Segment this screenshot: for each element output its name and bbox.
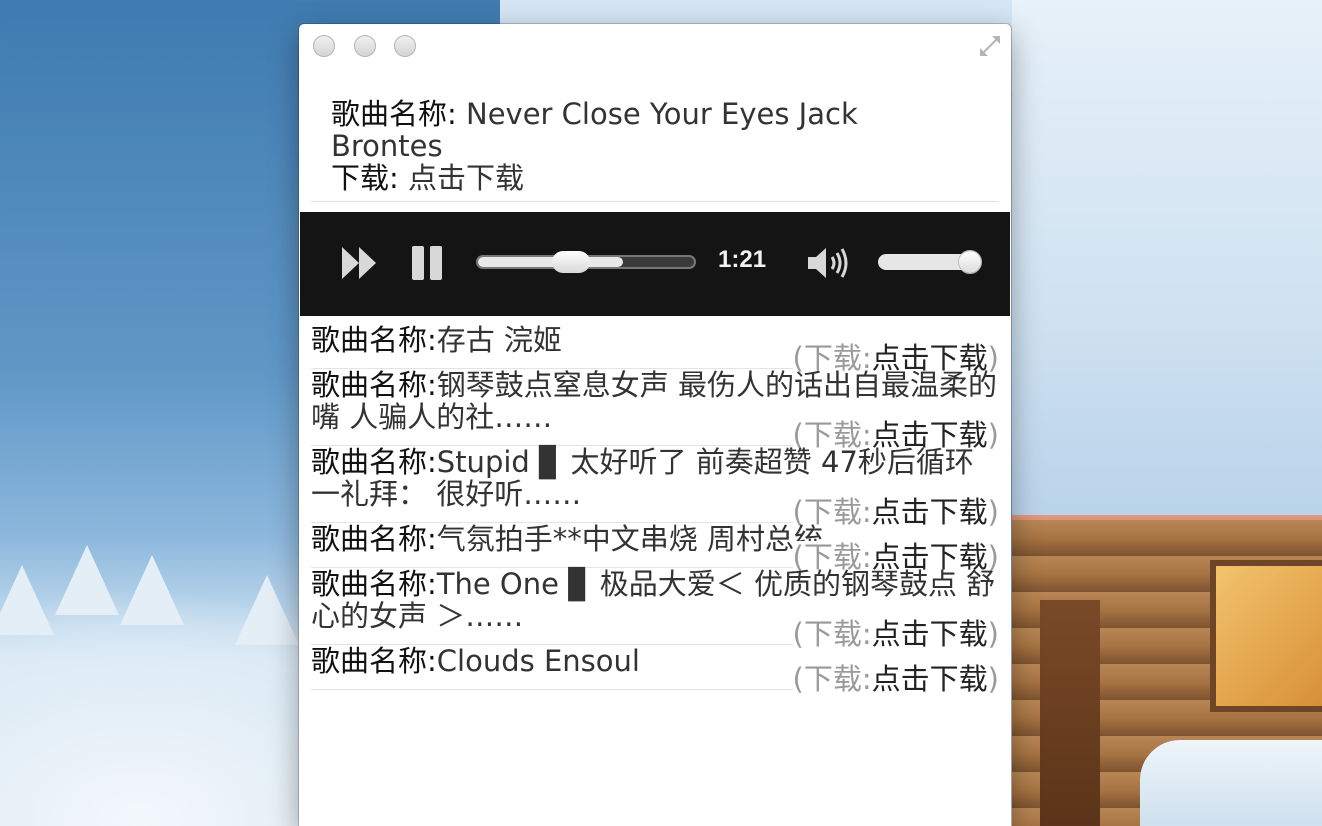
progress-slider[interactable] (476, 251, 696, 273)
audio-player: 1:21 (300, 212, 1010, 316)
download-label: 下载: (803, 662, 872, 696)
elapsed-time: 1:21 (718, 246, 767, 273)
wallpaper-tree (120, 555, 184, 625)
playlist-item[interactable]: 歌曲名称:钢琴鼓点窒息女声 最伤人的话出自最温柔的嘴 人骗人的社…… (下载:点击… (311, 368, 999, 451)
playlist-item[interactable]: 歌曲名称:Stupid ▊ 太好听了 前奏超赞 47秒后循环一礼拜： 很好听……… (311, 445, 999, 528)
title-label: 歌曲名称: (311, 368, 437, 402)
wallpaper-snow-hill (0, 560, 330, 826)
title-label: 歌曲名称: (311, 522, 437, 556)
title-label: 歌曲名称: (311, 323, 437, 357)
zoom-window-button[interactable] (394, 35, 416, 57)
wallpaper-snow-drift (1140, 740, 1322, 826)
progress-fill (478, 257, 623, 267)
download-label: 下载: (331, 161, 399, 195)
wallpaper-tree (55, 545, 119, 615)
wallpaper-tree (235, 575, 299, 645)
playlist-item[interactable]: 歌曲名称:存古 浣姬 (下载:点击下载) (311, 323, 999, 374)
wallpaper-cabin-window (1210, 560, 1322, 712)
wallpaper-cabin-eave (1012, 515, 1322, 545)
paren-close: ) (987, 662, 999, 696)
song-title: 存古 浣姬 (436, 323, 562, 357)
volume-slider[interactable] (878, 251, 981, 273)
title-label: 歌曲名称: (311, 644, 437, 678)
minimize-window-button[interactable] (354, 35, 376, 57)
playlist: 歌曲名称:存古 浣姬 (下载:点击下载) 歌曲名称:钢琴鼓点窒息女声 最伤人的话出自… (311, 323, 999, 695)
fast-forward-icon[interactable] (340, 243, 380, 283)
title-label: 歌曲名称: (311, 567, 437, 601)
divider (311, 201, 999, 202)
playlist-item[interactable]: 歌曲名称:Clouds Ensoul (下载:点击下载) (311, 644, 999, 695)
title-label: 歌曲名称: (331, 97, 457, 131)
download-action[interactable]: 点击下载 (872, 662, 988, 696)
player-window: 歌曲名称: Never Close Your Eyes Jack Brontes… (299, 24, 1011, 826)
wallpaper-cabin-wall (1012, 520, 1322, 826)
title-label: 歌曲名称: (311, 445, 437, 479)
song-title: 气氛拍手**中文串烧 周村总统 (436, 522, 824, 556)
playlist-item[interactable]: 歌曲名称:The One ▊ 极品大爱＜ 优质的钢琴鼓点 舒心的女声 ＞…… (下… (311, 567, 999, 650)
wallpaper-cabin-roof (1012, 0, 1322, 520)
now-playing-download: 下载: 点击下载 (331, 162, 931, 194)
now-playing-title: 歌曲名称: Never Close Your Eyes Jack Brontes (331, 98, 931, 162)
wallpaper-cabin-door (1040, 600, 1100, 826)
paren-open: ( (792, 662, 804, 696)
download-link[interactable]: 点击下载 (408, 161, 524, 195)
now-playing-info: 歌曲名称: Never Close Your Eyes Jack Brontes… (331, 98, 931, 194)
wallpaper-tree (0, 565, 54, 635)
close-window-button[interactable] (313, 35, 335, 57)
volume-icon[interactable] (806, 244, 856, 282)
progress-handle[interactable] (551, 251, 590, 273)
playlist-item[interactable]: 歌曲名称:气氛拍手**中文串烧 周村总统 (下载:点击下载) (311, 522, 999, 573)
pause-icon[interactable] (410, 244, 446, 282)
download-link[interactable]: (下载:点击下载) (792, 662, 999, 696)
volume-handle[interactable] (958, 251, 981, 273)
fullscreen-icon[interactable] (977, 33, 1003, 59)
song-title: Clouds Ensoul (436, 644, 640, 678)
